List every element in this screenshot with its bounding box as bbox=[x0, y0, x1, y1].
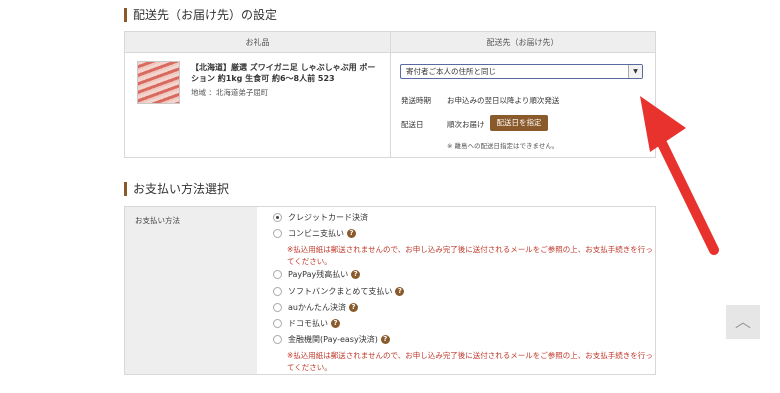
annotation-arrow-icon bbox=[640, 96, 719, 255]
